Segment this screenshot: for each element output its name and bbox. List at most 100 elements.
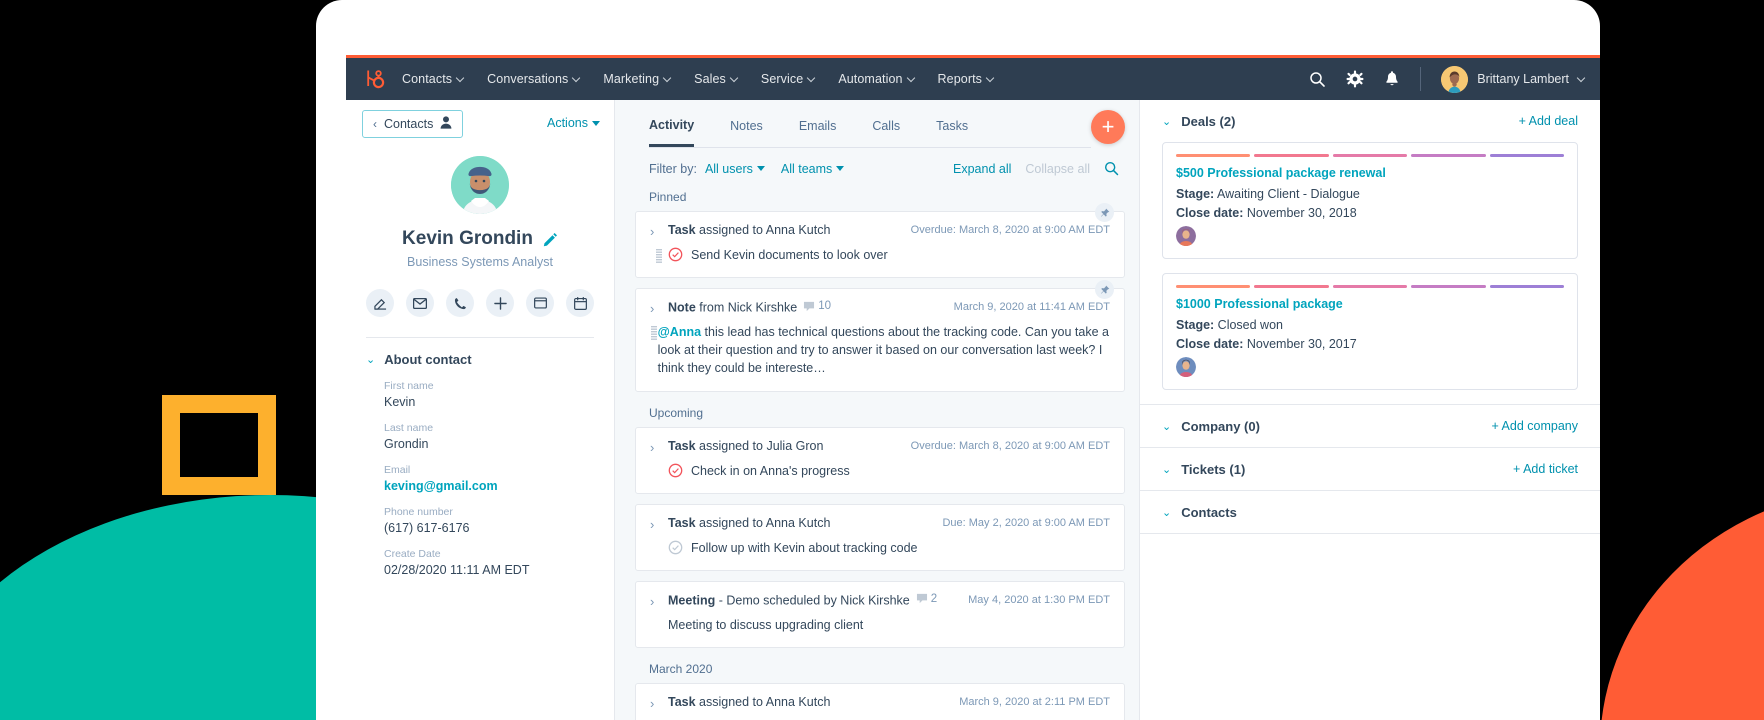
nav-item-service[interactable]: Service <box>761 72 816 86</box>
activity-card[interactable]: › Task assigned to Anna Kutch March 9, 2… <box>635 682 1125 720</box>
tab-label: Activity <box>649 117 695 132</box>
comment-count-badge[interactable]: 10 <box>803 300 831 312</box>
activity-card[interactable]: › Note from Nick Kirshke 10 March 9, 2020… <box>635 280 1125 392</box>
nav-item-marketing[interactable]: Marketing <box>603 72 672 86</box>
card-body: @Anna this lead has technical questions … <box>650 323 1110 377</box>
edit-pencil-icon[interactable] <box>543 232 558 247</box>
chevron-right-icon[interactable]: › <box>650 516 668 532</box>
card-title: Task assigned to Anna Kutch <box>668 695 830 709</box>
chevron-down-icon <box>908 74 916 82</box>
gear-icon[interactable] <box>1346 70 1364 88</box>
task-status-open-icon[interactable] <box>668 463 683 478</box>
field-email: Email keving@gmail.com <box>346 451 614 493</box>
field-label: First name <box>384 380 434 392</box>
search-icon[interactable] <box>1104 161 1119 176</box>
filter-actions: Expand all Collapse all <box>953 161 1119 176</box>
expand-all-link[interactable]: Expand all <box>953 162 1011 176</box>
chevron-down-icon: ⌄ <box>366 354 376 366</box>
note-icon[interactable] <box>366 289 394 317</box>
associations-sidebar: ⌄ Deals (2) + Add deal $500 Professional… <box>1140 100 1600 720</box>
plus-icon[interactable] <box>486 289 514 317</box>
mention[interactable]: @Anna <box>658 325 701 339</box>
activity-card[interactable]: › Meeting - Demo scheduled by Nick Kirsh… <box>635 580 1125 648</box>
nav-item-sales[interactable]: Sales <box>694 72 739 86</box>
activity-card[interactable]: › Task assigned to Anna Kutch Overdue: M… <box>635 203 1125 279</box>
deal-stage: Stage: Closed won <box>1176 318 1564 332</box>
tab-emails[interactable]: Emails <box>799 103 837 145</box>
activity-card[interactable]: › Task assigned to Anna Kutch Due: May 2… <box>635 503 1125 571</box>
bell-icon[interactable] <box>1384 70 1400 88</box>
email-icon[interactable] <box>406 289 434 317</box>
activity-card[interactable]: › Task assigned to Julia Gron Overdue: M… <box>635 426 1125 494</box>
deal-pipeline-stages <box>1176 154 1565 157</box>
company-header: ⌄ Company (0) + Add company <box>1162 405 1578 447</box>
chevron-down-icon[interactable]: ⌄ <box>1162 115 1171 128</box>
drag-handle-icon[interactable] <box>650 246 668 263</box>
deal-name[interactable]: $500 Professional package renewal <box>1176 166 1564 180</box>
pin-icon[interactable] <box>1095 280 1114 300</box>
chevron-right-icon[interactable]: › <box>650 439 668 455</box>
add-activity-button[interactable]: + <box>1091 110 1125 144</box>
card-header: › Task assigned to Anna Kutch Overdue: M… <box>650 223 1110 239</box>
tab-label: Tasks <box>936 119 969 133</box>
task-icon[interactable] <box>526 289 554 317</box>
field-label: Phone number <box>384 506 453 518</box>
add-company-link[interactable]: + Add company <box>1491 419 1578 433</box>
nav-item-conversations[interactable]: Conversations <box>487 72 581 86</box>
user-menu[interactable]: Brittany Lambert <box>1441 65 1586 93</box>
nav-item-automation[interactable]: Automation <box>838 72 915 86</box>
actions-dropdown[interactable]: Actions <box>547 110 600 130</box>
tab-tasks[interactable]: Tasks <box>936 103 968 145</box>
chevron-right-icon[interactable]: › <box>650 593 668 609</box>
company-section: ⌄ Company (0) + Add company <box>1140 405 1600 447</box>
hubspot-logo-icon[interactable] <box>346 68 402 90</box>
tabs-underline <box>649 147 1091 148</box>
chevron-right-icon[interactable]: › <box>650 695 668 711</box>
chevron-right-icon[interactable]: › <box>650 223 668 239</box>
nav-item-contacts[interactable]: Contacts <box>402 72 465 86</box>
pin-icon[interactable] <box>1095 203 1114 222</box>
deal-owner-avatar[interactable] <box>1176 357 1196 377</box>
chevron-right-icon[interactable]: › <box>650 300 668 316</box>
drag-handle-icon[interactable] <box>650 323 658 341</box>
task-status-done-icon[interactable] <box>668 540 683 555</box>
field-value[interactable]: Grondin <box>384 437 594 451</box>
chevron-down-icon[interactable]: ⌄ <box>1162 463 1171 476</box>
field-value[interactable]: (617) 617-6176 <box>384 521 594 535</box>
tab-activity[interactable]: Activity <box>649 102 695 147</box>
add-ticket-link[interactable]: + Add ticket <box>1513 462 1578 476</box>
task-status-open-icon[interactable] <box>668 247 683 262</box>
card-meta: from Nick Kirshke <box>695 300 798 315</box>
field-value[interactable]: Kevin <box>384 395 594 409</box>
comment-count: 2 <box>930 592 938 605</box>
tab-notes[interactable]: Notes <box>730 103 763 145</box>
search-icon[interactable] <box>1309 71 1326 88</box>
contacts-section: ⌄ Contacts <box>1140 491 1600 533</box>
filter-users-label: All users <box>704 161 753 176</box>
deal-owner-avatar[interactable] <box>1176 226 1196 246</box>
call-icon[interactable] <box>446 289 474 317</box>
deal-card[interactable]: $1000 Professional package Stage: Closed… <box>1162 273 1578 390</box>
nav-item-reports[interactable]: Reports <box>938 72 995 86</box>
chevron-down-icon <box>987 74 995 82</box>
activity-tabs: Activity Notes Emails Calls Tasks <box>615 100 1139 148</box>
field-value[interactable]: keving@gmail.com <box>384 479 594 493</box>
collapse-all-link[interactable]: Collapse all <box>1025 162 1090 176</box>
chevron-down-icon[interactable]: ⌄ <box>1162 506 1171 519</box>
card-meta: assigned to Julia Gron <box>695 438 824 453</box>
comment-count-badge[interactable]: 2 <box>916 593 937 605</box>
add-deal-link[interactable]: + Add deal <box>1519 114 1578 128</box>
deal-name[interactable]: $1000 Professional package <box>1176 297 1564 311</box>
filter-teams-dropdown[interactable]: All teams <box>781 162 845 176</box>
deal-card[interactable]: $500 Professional package renewal Stage:… <box>1162 142 1578 259</box>
tab-calls[interactable]: Calls <box>872 103 900 145</box>
filter-users-dropdown[interactable]: All users <box>705 162 765 176</box>
contact-person-icon <box>440 116 452 132</box>
meeting-icon[interactable] <box>566 289 594 317</box>
chevron-down-icon[interactable]: ⌄ <box>1162 420 1171 433</box>
about-contact-header[interactable]: ⌄ About contact <box>346 338 614 367</box>
card-meta: assigned to Anna Kutch <box>695 694 831 709</box>
field-value[interactable]: 02/28/2020 11:11 AM EDT <box>384 563 594 577</box>
back-to-contacts-button[interactable]: ‹ Contacts <box>362 110 464 138</box>
